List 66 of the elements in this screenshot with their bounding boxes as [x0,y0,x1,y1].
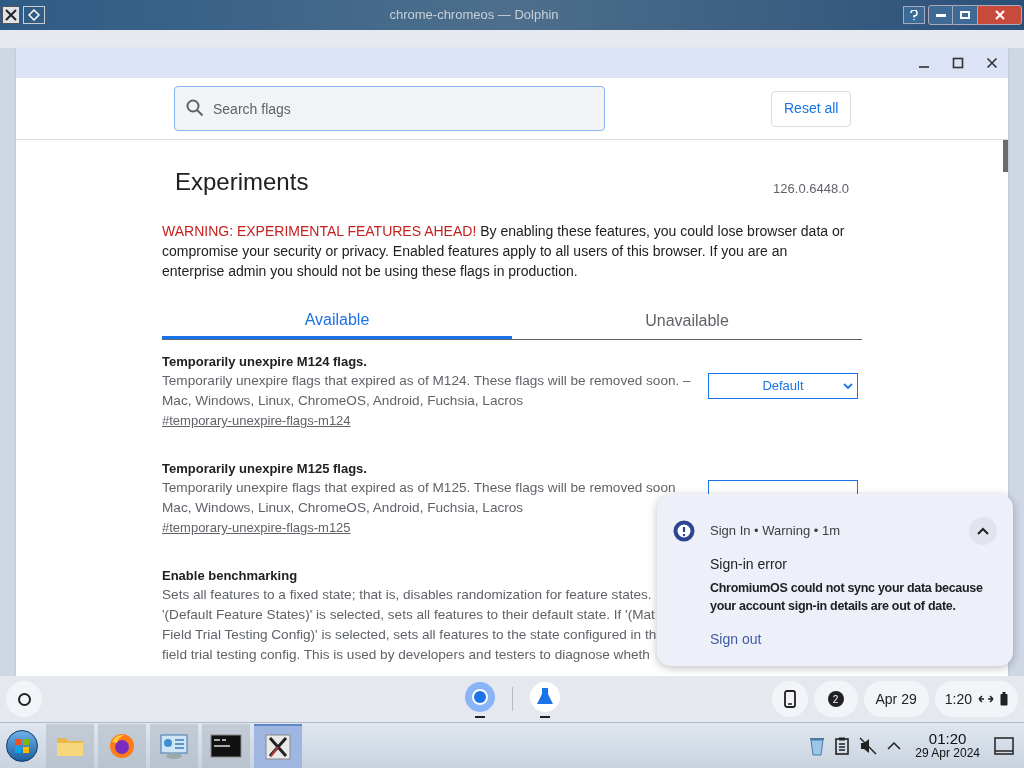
notification-message: ChromiumOS could not sync your data because your account sign-in details are out of date. [710,580,984,615]
phone-hub-button[interactable] [771,681,808,717]
phone-icon [783,690,796,708]
x-app-icon [265,733,291,760]
launcher-button[interactable] [6,681,42,717]
chevron-down-icon [843,382,853,390]
start-button[interactable] [6,729,38,762]
battery-icon [1000,692,1008,706]
flag-description: Mac, Windows, Linux, ChromeOS, Android, Fuchsia, Lacros [162,392,525,410]
flag-description: Temporarily unexpire flags that expired as of M124. These flags will be removed soon. – [162,372,691,390]
muted-speaker-icon[interactable] [859,736,878,755]
search-icon [186,99,204,117]
clock-time[interactable]: 01:20 [928,731,967,746]
control-panel-icon [159,731,189,760]
notification-title: Sign-in error [710,555,789,574]
firefox-icon [108,731,136,760]
flag-description: Sets all features to a fixed state; that is, disables randomization for feature states. [162,586,653,604]
notification-count[interactable]: 2 [827,691,844,707]
chrome-icon[interactable] [464,680,496,713]
date-button[interactable]: Apr 29 [863,681,929,717]
close-icon [994,10,1005,20]
network-icon [978,694,994,704]
clipboard-icon[interactable] [835,736,850,755]
chevron-up-icon [977,527,989,535]
flag-description: field trial testing config. This is used by developers and testers to diagnose wheth [162,646,651,664]
tab[interactable]: Unavailable [512,303,862,339]
flag-link[interactable]: #temporary-unexpire-flags-m124 [162,411,691,431]
flag-description: Mac, Windows, Linux, ChromeOS, Android, Fuchsia, Lacros [162,499,525,517]
windows-logo-icon [14,737,30,754]
close-icon[interactable] [986,57,998,69]
recycle-bin-icon[interactable] [809,735,826,756]
collapse-button[interactable] [969,517,997,545]
sign-out-button[interactable]: Sign out [710,629,762,650]
clock-date[interactable]: 29 Apr 2024 [915,745,980,760]
page-heading: Experiments [175,167,309,197]
maximize-icon[interactable] [952,57,964,69]
flag-title: Temporarily unexpire M125 flags. [162,460,368,478]
flask-icon[interactable] [529,680,561,713]
maximize-button[interactable] [953,5,977,25]
window-title: chrome-chromeos — Dolphin [389,6,559,25]
flag-description: Field Trial Testing Config)' is selected, sets all features to the state configured in th [162,626,657,644]
notification-header: Sign In • Warning • 1m [710,522,840,541]
search-field[interactable]: Search flags [174,86,605,131]
warning-icon [673,520,695,542]
close-button[interactable] [977,5,1022,25]
flag-dropdown[interactable]: Default [708,373,858,399]
taskbar-button[interactable] [202,723,250,768]
reset-all-button[interactable]: Reset all [771,90,852,127]
taskbar-button[interactable] [254,723,302,768]
chevron-up-icon[interactable] [887,740,902,751]
tab[interactable]: Available [162,303,512,339]
version-number: 126.0.6448.0 [773,179,849,198]
flag-title: Enable benchmarking [162,567,299,585]
show-desktop-icon[interactable] [994,736,1014,755]
app-menu-icon[interactable] [2,6,20,24]
pin-icon[interactable] [23,6,45,24]
scrollbar-thumb[interactable] [1003,140,1008,172]
flag-title: Temporarily unexpire M124 flags. [162,353,368,371]
status-area-button[interactable]: 1:20 [934,681,1018,717]
question-mark-icon [910,10,918,20]
help-button[interactable] [903,6,925,24]
flag-description: Temporarily unexpire flags that expired as of M125. These flags will be removed soon [162,479,676,497]
warning-text: WARNING: EXPERIMENTAL FEATURES AHEAD! By enabling these features, you could lose browser data or compromise your security or privacy. Enabled features apply to all users of this browser. If you are an enterprise admin you should not be using these flags in production. [162,222,846,281]
terminal-icon [210,733,242,758]
minimize-button[interactable] [928,5,953,25]
flag-description: '(Default Feature States)' is selected, sets all features to their default state. If '(Mat [162,606,656,624]
